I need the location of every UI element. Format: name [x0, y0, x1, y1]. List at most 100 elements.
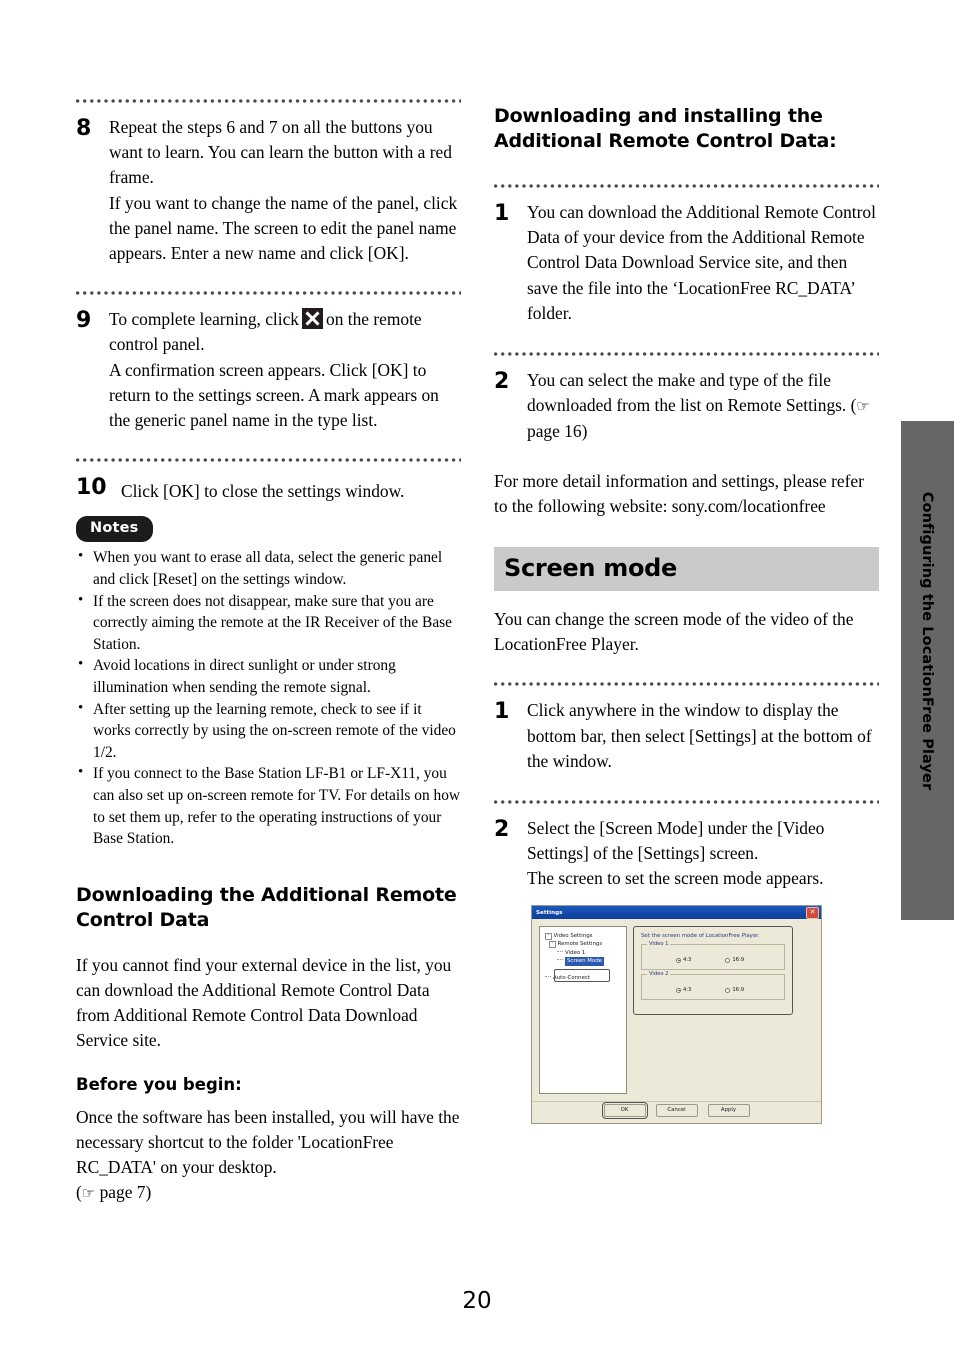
selection-highlight-ring: [554, 969, 610, 982]
right-column: Downloading and installing the Additiona…: [494, 96, 879, 892]
section-divider: [76, 455, 461, 466]
screen-mode-group-ring: Set the screen mode of LocationFree Play…: [633, 926, 793, 1015]
before-you-begin-text: Once the software has been installed, yo…: [76, 1106, 460, 1177]
step-text: You can select the make and type of the …: [527, 368, 879, 445]
step-8: 8 Repeat the steps 6 and 7 on all the bu…: [76, 115, 461, 266]
tree-item-remote-settings[interactable]: - Remote Settings: [547, 940, 623, 948]
screen-mode-intro: You can change the screen mode of the vi…: [494, 609, 854, 655]
section-divider: [494, 349, 879, 360]
step-number: 2: [494, 369, 510, 395]
tree-item-label: Video 1: [565, 949, 586, 956]
tree-branch-icon: [545, 975, 551, 977]
close-icon[interactable]: ✕: [806, 906, 819, 919]
dialog-title: Settings: [536, 909, 563, 916]
settings-dialog-screenshot: Settings ✕ - Video Settings - Remote Setti…: [531, 905, 822, 1124]
download-section-heading: Downloading the Additional Remote Contro…: [76, 883, 457, 931]
step-9: 9 To complete learning, click on the remo…: [76, 307, 461, 433]
step-number: 9: [76, 308, 92, 334]
step-number: 10: [76, 475, 107, 501]
apply-button[interactable]: Apply: [707, 1104, 750, 1117]
step-paragraph-with-icon: To complete learning, click on the remote…: [109, 307, 461, 357]
step-text-before-ref: You can select the make and type of the …: [527, 370, 857, 416]
expand-toggle-icon[interactable]: -: [549, 941, 556, 948]
side-tab-label-wrap: Configuring the LocationFree Player: [901, 491, 954, 893]
section-divider: [76, 96, 461, 106]
notes-badge: Notes: [76, 516, 153, 543]
dialog-panes: - Video Settings - Remote Settings Video 1…: [539, 926, 814, 1094]
dialog-body: - Video Settings - Remote Settings Video 1…: [532, 919, 821, 1123]
step-number: 8: [76, 116, 92, 141]
radio-icon-selected[interactable]: [676, 987, 681, 993]
cancel-button[interactable]: Cancel: [655, 1104, 698, 1117]
manual-page: 8 Repeat the steps 6 and 7 on all the bu…: [0, 0, 954, 1348]
step-text: You can download the Additional Remote C…: [527, 200, 879, 326]
section-divider: [494, 181, 879, 191]
step-number: 1: [494, 201, 510, 226]
radio-label: 16:9: [732, 987, 745, 993]
notes-list: When you want to erase all data, select …: [76, 546, 461, 849]
note-item: If you connect to the Base Station LF-B1…: [76, 762, 461, 849]
video-2-group: Video 2 4:3 16:9: [641, 971, 785, 1000]
group-legend: Video 2: [647, 971, 671, 977]
step-text: To complete learning, click on the remote…: [109, 307, 461, 433]
radio-icon[interactable]: [725, 987, 731, 993]
panel-caption: Set the screen mode of LocationFree Play…: [641, 933, 760, 939]
side-tab-label: Configuring the LocationFree Player: [919, 491, 936, 791]
note-item: If the screen does not disappear, make s…: [76, 590, 461, 656]
page-ref-text: page 7): [95, 1182, 152, 1203]
note-item: When you want to erase all data, select …: [76, 546, 461, 590]
tree-branch-icon: [557, 959, 563, 961]
dialog-title-bar: Settings ✕: [532, 906, 821, 919]
video-1-radios: 4:3 16:9: [642, 945, 784, 963]
section-divider: [494, 797, 879, 808]
radio-label: 4:3: [683, 987, 692, 993]
tree-item-video-1[interactable]: Video 1: [555, 949, 623, 957]
step-number: 2: [494, 817, 510, 843]
radio-label: 4:3: [683, 957, 692, 963]
tree-item-screen-mode[interactable]: Screen Mode: [555, 957, 623, 966]
radio-video2-4-3[interactable]: 4:3: [676, 987, 691, 993]
radio-video1-4-3[interactable]: 4:3: [676, 957, 691, 963]
tree-item-label: Remote Settings: [557, 941, 603, 948]
ok-button[interactable]: OK: [601, 1101, 648, 1120]
step-text: Select the [Screen Mode] under the [Vide…: [527, 816, 879, 892]
expand-toggle-icon[interactable]: -: [545, 933, 552, 940]
radio-video1-16-9[interactable]: 16:9: [725, 957, 744, 963]
step-text: Repeat the steps 6 and 7 on all the butt…: [109, 115, 461, 266]
tree-item-label: Video Settings: [553, 933, 593, 939]
step-paragraph: If you want to change the name of the pa…: [109, 192, 458, 264]
screen-mode-step-2: 2 Select the [Screen Mode] under the [Vi…: [494, 816, 879, 892]
step-paragraph: A confirmation screen appears. Click [OK…: [109, 359, 439, 431]
radio-icon-selected[interactable]: [676, 957, 681, 963]
radio-icon[interactable]: [725, 957, 731, 963]
pointing-hand-icon: ☞: [81, 1184, 96, 1203]
group-legend: Video 1: [647, 941, 671, 947]
before-you-begin-body: Once the software has been installed, yo…: [76, 1105, 461, 1207]
install-section-heading: Downloading and installing the Additiona…: [494, 105, 837, 152]
screen-mode-step-1: 1 Click anywhere in the window to displa…: [494, 698, 879, 774]
settings-right-panel: Set the screen mode of LocationFree Play…: [632, 926, 814, 1094]
install-step-2: 2 You can select the make and type of th…: [494, 368, 879, 445]
step-paragraph-with-ref: You can select the make and type of the …: [527, 368, 879, 445]
note-item: Avoid locations in direct sunlight or un…: [76, 654, 461, 698]
video-1-group: Video 1 4:3 16:9: [641, 941, 785, 970]
settings-tree: - Video Settings - Remote Settings Video 1…: [539, 926, 627, 1094]
step-paragraph: Select the [Screen Mode] under the [Vide…: [527, 818, 825, 864]
step-text-after-ref: page 16): [527, 421, 588, 442]
tree-item-video-settings[interactable]: - Video Settings: [543, 932, 623, 940]
step-paragraph: Click [OK] to close the settings window.: [121, 481, 405, 502]
screen-mode-heading: Screen mode: [494, 547, 879, 592]
radio-video2-16-9[interactable]: 16:9: [725, 987, 744, 993]
step-number: 1: [494, 699, 510, 725]
section-divider: [494, 679, 879, 690]
step-paragraph: The screen to set the screen mode appear…: [527, 868, 824, 889]
website-reference: For more detail information and settings…: [494, 470, 864, 516]
step-text: Click anywhere in the window to display …: [527, 698, 879, 774]
left-column: 8 Repeat the steps 6 and 7 on all the bu…: [76, 96, 461, 1206]
step-paragraph: You can download the Additional Remote C…: [527, 202, 876, 323]
step-text-before-icon: To complete learning, click: [109, 309, 300, 330]
step-10: 10 Click [OK] to close the settings wind…: [76, 474, 461, 504]
before-you-begin-heading: Before you begin:: [76, 1074, 242, 1094]
dialog-buttons: OK Cancel Apply: [532, 1101, 821, 1120]
dialog-footer-divider: [532, 1101, 821, 1102]
